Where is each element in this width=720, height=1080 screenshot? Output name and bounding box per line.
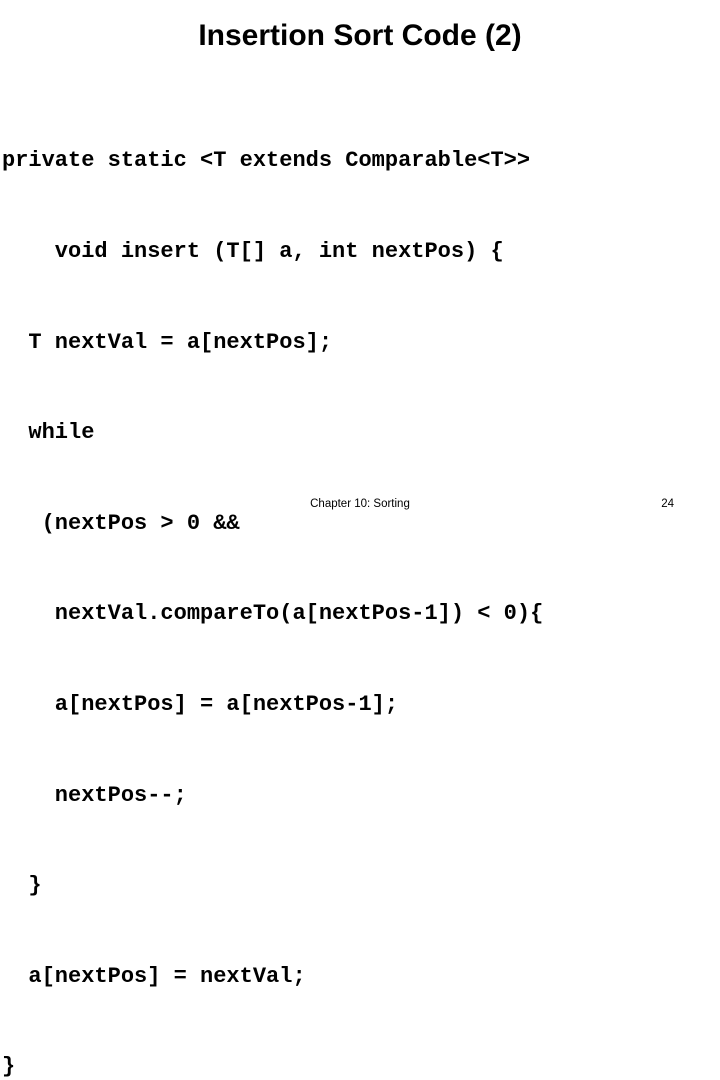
code-line: a[nextPos] = nextVal; bbox=[2, 963, 306, 989]
footer-chapter-label: Chapter 10: Sorting bbox=[310, 498, 410, 510]
page-title: Insertion Sort Code (2) bbox=[198, 19, 522, 52]
code-line: } bbox=[2, 873, 42, 899]
code-line: T nextVal = a[nextPos]; bbox=[2, 329, 333, 355]
code-block: private static <T extends Comparable<T>>… bbox=[2, 86, 718, 1080]
code-line: nextPos--; bbox=[2, 782, 187, 808]
slide: Insertion Sort Code (2) private static <… bbox=[0, 0, 720, 1079]
footer-page-number: 24 bbox=[661, 498, 674, 510]
code-line: a[nextPos] = a[nextPos-1]; bbox=[2, 691, 399, 717]
slide-footer: Chapter 10: Sorting 24 bbox=[0, 496, 720, 516]
code-line: while bbox=[2, 420, 95, 446]
code-line: nextVal.compareTo(a[nextPos-1]) < 0){ bbox=[2, 601, 544, 627]
code-line: void insert (T[] a, int nextPos) { bbox=[2, 239, 504, 264]
code-line: } bbox=[2, 1054, 16, 1080]
code-line: private static <T extends Comparable<T>> bbox=[2, 148, 531, 174]
